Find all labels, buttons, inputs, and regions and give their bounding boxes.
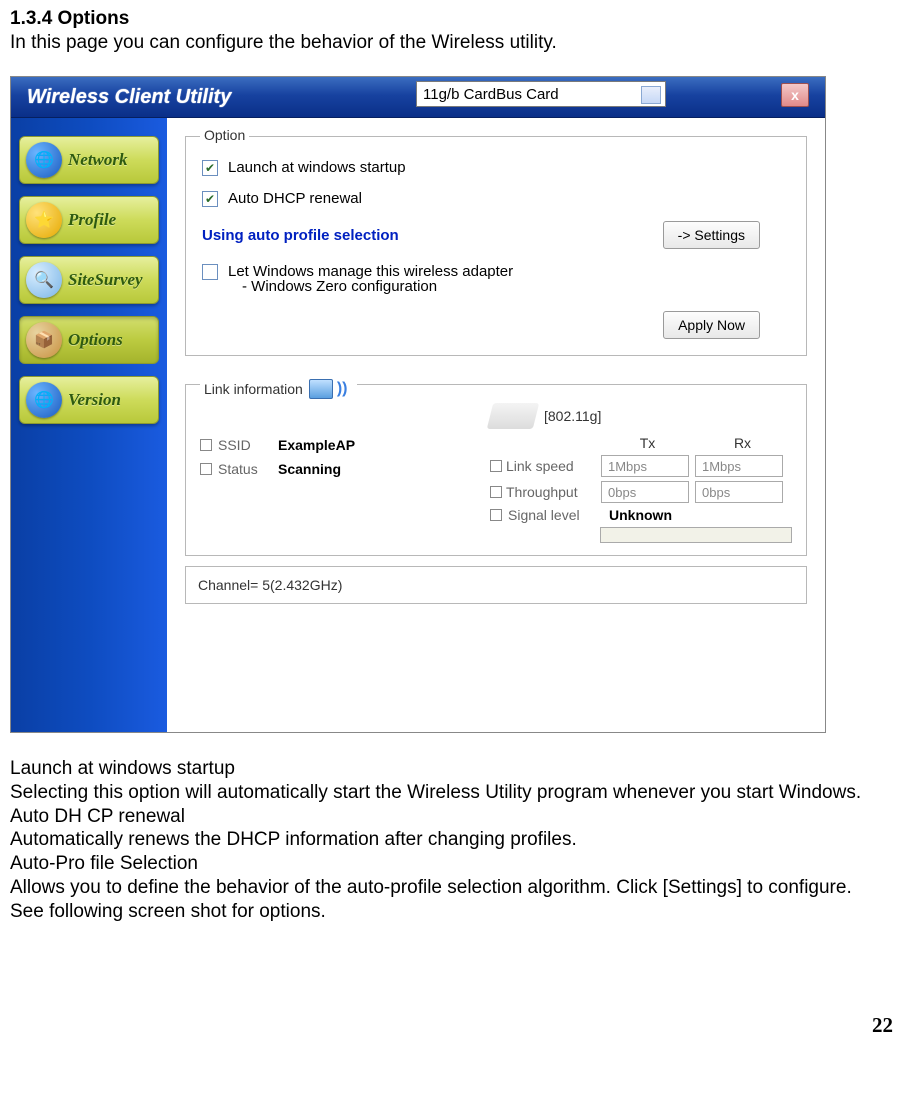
linkspeed-tx: 1Mbps [601, 455, 689, 477]
status-label: Status [218, 461, 278, 477]
ssid-value: ExampleAP [278, 437, 355, 453]
nav-label: SiteSurvey [68, 270, 143, 290]
globe-icon: 🌐 [26, 142, 62, 178]
nav-profile[interactable]: ⭐ Profile [19, 196, 159, 244]
tx-header: Tx [600, 435, 695, 451]
throughput-rx: 0bps [695, 481, 783, 503]
mode-label: [802.11g] [544, 408, 601, 424]
desc-line: Selecting this option will automatically… [10, 781, 905, 805]
desc-line: Launch at windows startup [10, 757, 905, 781]
bullet-icon [490, 460, 502, 472]
star-icon: ⭐ [26, 202, 62, 238]
nav-version[interactable]: 🌐 Version [19, 376, 159, 424]
throughput-tx: 0bps [601, 481, 689, 503]
signal-label: Signal level [508, 507, 603, 523]
status-value: Scanning [278, 461, 341, 477]
channel-info: Channel= 5(2.432GHz) [185, 566, 807, 604]
bullet-icon [490, 486, 502, 498]
checkbox-launch-startup[interactable] [202, 160, 218, 176]
card-dropdown[interactable]: 11g/b CardBus Card [416, 81, 666, 107]
nav-options[interactable]: 📦 Options [19, 316, 159, 364]
zero-config-text: - Windows Zero configuration [242, 278, 790, 295]
nav-sitesurvey[interactable]: 🔍 SiteSurvey [19, 256, 159, 304]
app-title: Wireless Client Utility [27, 86, 231, 109]
link-title-text: Link information [204, 381, 303, 397]
checkbox-label: Launch at windows startup [228, 159, 406, 176]
sidebar: 🌐 Network ⭐ Profile 🔍 SiteSurvey 📦 Optio… [11, 118, 167, 732]
section-heading: 1.3.4 Options [10, 8, 905, 30]
linkspeed-rx: 1Mbps [695, 455, 783, 477]
ssid-label: SSID [218, 437, 278, 453]
close-button[interactable]: x [781, 83, 809, 107]
nav-label: Profile [68, 210, 116, 230]
option-groupbox: Option Launch at windows startup Auto DH… [185, 136, 807, 356]
globe-icon: 🌐 [26, 382, 62, 418]
checkbox-auto-dhcp[interactable] [202, 191, 218, 207]
auto-profile-text: Using auto profile selection [202, 227, 399, 244]
desc-line: Automatically renews the DHCP informatio… [10, 828, 905, 852]
apply-button[interactable]: Apply Now [663, 311, 760, 339]
nav-label: Network [68, 150, 128, 170]
bullet-icon [200, 439, 212, 451]
page-number: 22 [0, 1013, 893, 1038]
desc-line: Auto DH CP renewal [10, 805, 905, 829]
description-block: Launch at windows startup Selecting this… [10, 757, 905, 923]
bullet-icon [200, 463, 212, 475]
bullet-icon [490, 509, 502, 521]
link-info-groupbox: Link information )) SSID ExampleAP [185, 384, 807, 556]
search-icon: 🔍 [26, 262, 62, 298]
linkspeed-label: Link speed [506, 458, 601, 474]
nav-label: Version [68, 390, 121, 410]
groupbox-title: Link information )) [200, 375, 357, 403]
checkbox-label: Auto DHCP renewal [228, 190, 362, 207]
throughput-label: Throughput [506, 484, 601, 500]
intro-text: In this page you can configure the behav… [10, 32, 905, 54]
signal-value: Unknown [609, 507, 672, 523]
network-icon: )) [309, 375, 353, 403]
nav-label: Options [68, 330, 123, 350]
titlebar: Wireless Client Utility 11g/b CardBus Ca… [11, 77, 825, 118]
card-icon [487, 403, 539, 429]
settings-button[interactable]: -> Settings [663, 221, 760, 249]
content-area: Option Launch at windows startup Auto DH… [167, 118, 825, 732]
groupbox-title: Option [200, 127, 249, 143]
signal-bar [600, 527, 792, 543]
checkbox-let-windows[interactable] [202, 264, 218, 280]
desc-line: Auto-Pro file Selection [10, 852, 905, 876]
desc-line: Allows you to define the behavior of the… [10, 876, 905, 900]
app-window: Wireless Client Utility 11g/b CardBus Ca… [10, 76, 826, 733]
box-icon: 📦 [26, 322, 62, 358]
nav-network[interactable]: 🌐 Network [19, 136, 159, 184]
desc-line: See following screen shot for options. [10, 900, 905, 924]
rx-header: Rx [695, 435, 790, 451]
